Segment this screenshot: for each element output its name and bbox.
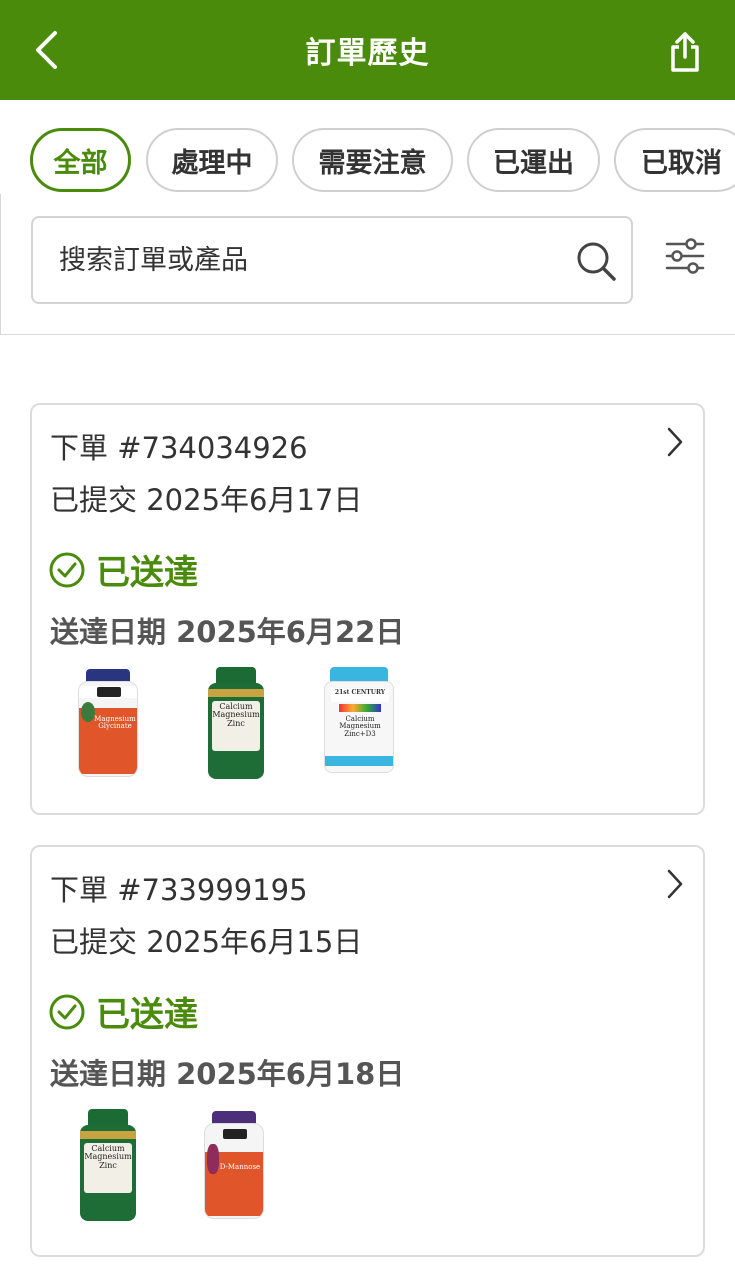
product-thumbnails: Calcium Magnesium Zinc D-Mannose (32, 1107, 632, 1227)
filter-chip-processing[interactable]: 處理中 (146, 128, 278, 192)
search-bar-area (0, 194, 735, 335)
filter-chip-cancelled[interactable]: 已取消 (614, 128, 735, 192)
product-thumbnails: Magnesium Glycinate Calcium Magnesium Zi… (32, 665, 632, 785)
product-image-21st-century-calcium-magnesium-zinc-d3: 21st CENTURY Calcium Magnesium Zinc+D3 (324, 665, 396, 779)
order-number: 下單 #734034926 (50, 431, 308, 465)
filter-chip-all[interactable]: 全部 (30, 128, 131, 192)
search-box (31, 216, 633, 304)
check-circle-icon (49, 552, 85, 587)
filter-sliders-icon[interactable] (663, 234, 707, 278)
order-status: 已送達 (48, 987, 198, 1036)
search-input[interactable] (59, 218, 579, 302)
chevron-right-icon (667, 869, 683, 899)
back-button[interactable] (24, 26, 68, 74)
status-label: 已送達 (96, 553, 198, 593)
product-image-natures-bounty-calcium-magnesium-zinc: Calcium Magnesium Zinc (80, 1107, 136, 1221)
order-card[interactable]: 下單 #734034926 已提交 2025年6月17日 已送達 送達日期 20… (30, 403, 705, 815)
search-icon[interactable] (575, 240, 617, 282)
check-circle-icon (49, 994, 85, 1029)
chevron-right-icon (667, 427, 683, 457)
order-status: 已送達 (48, 545, 198, 594)
page-title: 訂單歷史 (305, 36, 430, 71)
chevron-left-icon (36, 31, 57, 69)
product-image-now-magnesium-glycinate: Magnesium Glycinate (76, 665, 142, 779)
filter-chip-bar: 全部 處理中 需要注意 已運出 已取消 (0, 128, 735, 194)
product-image-now-d-mannose: D-Mannose (202, 1107, 268, 1221)
delivery-date: 送達日期 2025年6月18日 (50, 1057, 405, 1091)
order-submitted-date: 已提交 2025年6月17日 (50, 483, 363, 517)
filter-chip-attention[interactable]: 需要注意 (292, 128, 453, 192)
order-number: 下單 #733999195 (50, 873, 308, 907)
share-button[interactable] (663, 26, 707, 78)
app-header: 訂單歷史 (0, 0, 735, 100)
order-card[interactable]: 下單 #733999195 已提交 2025年6月15日 已送達 送達日期 20… (30, 845, 705, 1257)
filter-chip-shipped[interactable]: 已運出 (467, 128, 600, 192)
delivery-date: 送達日期 2025年6月22日 (50, 615, 405, 649)
status-label: 已送達 (96, 995, 198, 1035)
product-image-natures-bounty-calcium-magnesium-zinc: Calcium Magnesium Zinc (208, 665, 264, 779)
share-icon (671, 32, 699, 72)
order-submitted-date: 已提交 2025年6月15日 (50, 925, 363, 959)
